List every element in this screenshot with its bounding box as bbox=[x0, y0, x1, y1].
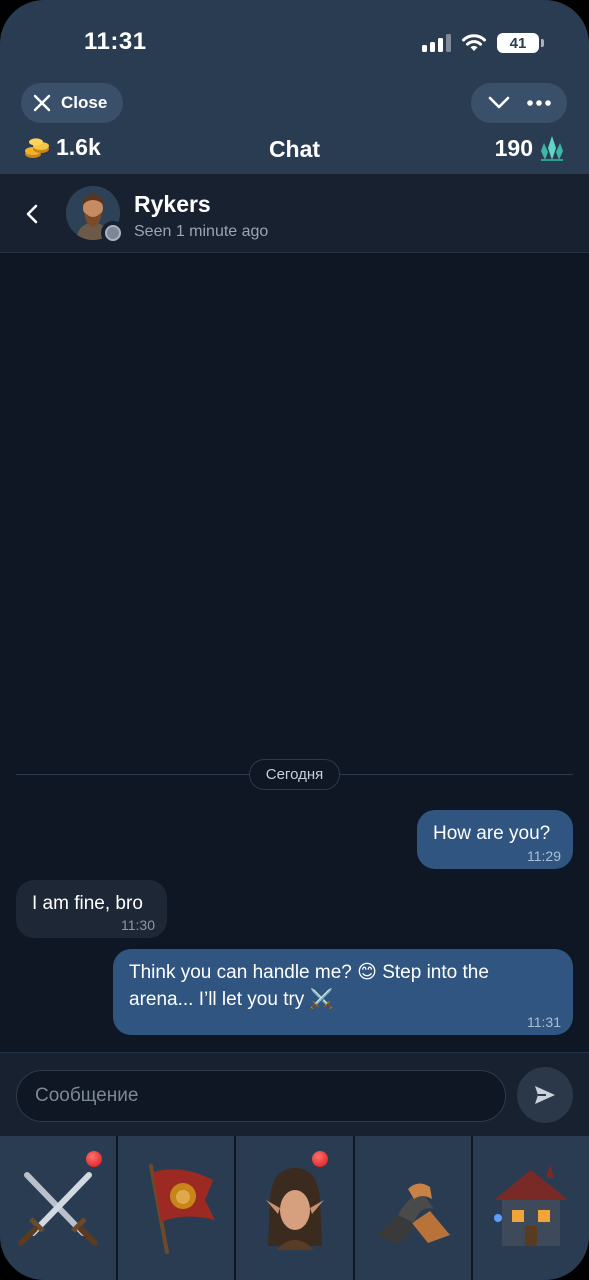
message-bubble-outgoing[interactable]: How are you? 11:29 bbox=[417, 810, 573, 869]
chat-header: Rykers Seen 1 minute ago bbox=[0, 174, 589, 253]
chevron-down-icon[interactable] bbox=[487, 95, 511, 111]
message-input[interactable] bbox=[16, 1070, 506, 1122]
message-bubble-outgoing[interactable]: Think you can handle me? 😊 Step into the… bbox=[113, 949, 573, 1035]
message-time: 11:29 bbox=[527, 848, 561, 864]
more-options-icon[interactable] bbox=[527, 99, 551, 107]
message-text: I am fine, bro bbox=[32, 893, 143, 914]
header-actions bbox=[471, 83, 567, 123]
tab-battle[interactable] bbox=[0, 1136, 119, 1280]
cellular-signal-icon bbox=[422, 34, 451, 52]
handshake-icon bbox=[375, 1183, 450, 1245]
contact-name[interactable]: Rykers bbox=[134, 191, 211, 218]
contact-last-seen: Seen 1 minute ago bbox=[134, 223, 269, 240]
wifi-icon bbox=[462, 34, 486, 51]
gems-amount: 190 bbox=[494, 134, 533, 161]
send-button[interactable] bbox=[517, 1067, 573, 1123]
notification-dot bbox=[86, 1151, 102, 1167]
battery-icon: 41 bbox=[497, 33, 544, 53]
elf-portrait-icon bbox=[265, 1168, 324, 1250]
close-label: Close bbox=[61, 93, 108, 112]
crystal-icon bbox=[541, 136, 563, 161]
tab-clan[interactable] bbox=[118, 1136, 237, 1280]
back-arrow-icon[interactable] bbox=[22, 200, 44, 228]
online-status-badge bbox=[101, 221, 125, 245]
message-time: 11:31 bbox=[527, 1014, 561, 1030]
phone-screen: 11:31 41 Close 1.6k Chat 190 Rykers Seen… bbox=[0, 0, 589, 1280]
bottom-tab-bar bbox=[0, 1136, 589, 1280]
date-separator: Сегодня bbox=[249, 759, 340, 790]
lion-banner-icon bbox=[149, 1164, 216, 1254]
app-header: 11:31 41 Close 1.6k Chat 190 bbox=[0, 0, 589, 174]
close-icon bbox=[33, 94, 51, 112]
close-button[interactable]: Close bbox=[21, 83, 123, 123]
send-icon bbox=[535, 1086, 555, 1104]
crossed-swords-icon bbox=[18, 1172, 99, 1246]
gems-counter[interactable]: 190 bbox=[495, 134, 565, 162]
message-composer bbox=[0, 1052, 589, 1136]
status-time: 11:31 bbox=[84, 28, 147, 55]
message-text: Think you can handle me? 😊 Step into the… bbox=[129, 962, 489, 1010]
message-text: How are you? bbox=[433, 823, 551, 844]
tab-heroes[interactable] bbox=[236, 1136, 355, 1280]
tab-tavern[interactable] bbox=[472, 1136, 589, 1280]
message-bubble-incoming[interactable]: I am fine, bro 11:30 bbox=[16, 880, 167, 938]
tab-alliances[interactable] bbox=[354, 1136, 473, 1280]
message-time: 11:30 bbox=[121, 917, 155, 933]
currency-bar: 1.6k Chat 190 bbox=[0, 134, 589, 168]
status-icons: 41 bbox=[422, 30, 544, 56]
tavern-house-icon bbox=[493, 1164, 568, 1246]
